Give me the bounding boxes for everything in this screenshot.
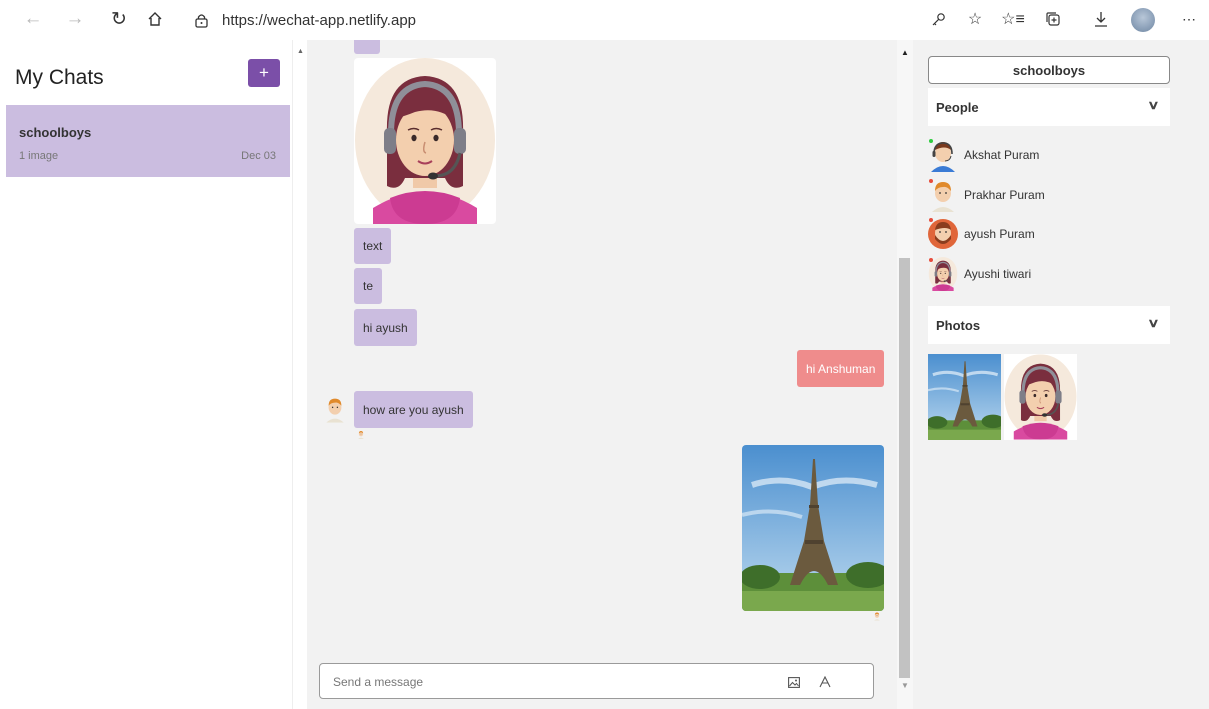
home-icon[interactable]: [142, 6, 168, 32]
sender-avatar[interactable]: [323, 395, 347, 423]
lock-icon[interactable]: [190, 9, 212, 31]
scroll-up-arrow-icon[interactable]: ▲: [901, 48, 909, 57]
photos-section-title: Photos: [936, 317, 981, 333]
browser-toolbar: ← → ↻ https://wechat-app.netlify.app ☆ ☆…: [0, 0, 1209, 38]
status-dot: [929, 218, 933, 222]
member-name: ayush Puram: [964, 227, 1035, 241]
woman-headset-image: [354, 58, 496, 224]
chat-details-panel: schoolboys People ∨ Akshat Puram Prakhar…: [913, 40, 1209, 709]
member-avatar: [928, 138, 958, 172]
bearded-man-avatar-icon: [928, 219, 958, 249]
scrollbar-thumb[interactable]: [899, 258, 910, 678]
sent-message-bubble: hi Anshuman: [797, 350, 885, 387]
message-composer: [319, 663, 874, 699]
download-icon[interactable]: [1088, 6, 1114, 32]
image-upload-icon[interactable]: [785, 673, 803, 691]
forward-arrow-icon[interactable]: →: [62, 6, 88, 32]
scroll-up-arrow-icon[interactable]: ▲: [297, 48, 304, 55]
eiffel-tower-thumbnail: [928, 354, 1001, 440]
message-input[interactable]: [333, 673, 763, 691]
address-bar[interactable]: https://wechat-app.netlify.app: [190, 7, 910, 33]
member-item[interactable]: Akshat Puram: [928, 138, 1039, 172]
message-bubble: how are you ayush: [354, 391, 473, 428]
key-icon[interactable]: [926, 6, 952, 32]
headset-man-avatar-icon: [931, 142, 955, 172]
read-receipt-avatar: [357, 430, 365, 439]
woman-headset-thumbnail: [1004, 354, 1077, 440]
chat-name: schoolboys: [19, 125, 92, 140]
people-section-title: People: [936, 99, 979, 115]
online-status-dot: [929, 139, 933, 143]
status-dot: [929, 258, 933, 262]
chat-list-title: My Chats: [15, 66, 104, 89]
new-group-chat-button[interactable]: +: [248, 59, 280, 87]
profile-avatar[interactable]: [1131, 8, 1155, 32]
group-name-field[interactable]: schoolboys: [928, 56, 1170, 84]
image-message[interactable]: [742, 445, 884, 611]
back-arrow-icon[interactable]: ←: [20, 6, 46, 32]
member-avatar: [928, 217, 958, 251]
shared-photo[interactable]: [1004, 354, 1077, 440]
member-name: Ayushi tiwari: [964, 267, 1032, 281]
woman-headset-avatar-icon: [928, 257, 958, 291]
url-text: https://wechat-app.netlify.app: [222, 11, 417, 29]
text-format-icon[interactable]: [816, 673, 834, 691]
chevron-down-icon[interactable]: ∨: [1147, 316, 1159, 330]
ginger-boy-avatar-icon: [928, 178, 958, 212]
add-favorite-icon[interactable]: ☆: [962, 6, 988, 32]
image-message[interactable]: [354, 58, 496, 224]
people-section-header[interactable]: People ∨: [928, 88, 1170, 126]
collections-icon[interactable]: [1040, 6, 1066, 32]
shared-photo[interactable]: [928, 354, 1001, 440]
chat-latest-message: 1 image: [19, 150, 59, 162]
photos-section-header[interactable]: Photos ∨: [928, 306, 1170, 344]
member-item[interactable]: Prakhar Puram: [928, 178, 1045, 212]
chat-messages-area: text te hi ayush hi Anshuman how are you…: [307, 40, 897, 709]
member-avatar: [928, 178, 958, 212]
refresh-icon[interactable]: ↻: [106, 6, 132, 32]
status-dot: [929, 179, 933, 183]
chat-scrollbar[interactable]: ▲ ▼: [897, 40, 913, 709]
scroll-down-arrow-icon[interactable]: ▼: [901, 681, 909, 690]
chat-list-panel: My Chats + schoolboys 1 image Dec 03: [0, 40, 292, 709]
member-avatar: [928, 257, 958, 291]
member-item[interactable]: Ayushi tiwari: [928, 257, 1031, 291]
chevron-down-icon[interactable]: ∨: [1147, 98, 1159, 112]
favorites-icon[interactable]: ☆≡: [1000, 6, 1026, 32]
message-bubble-partial: [354, 40, 380, 54]
chat-date: Dec 03: [241, 150, 276, 162]
message-bubble: hi ayush: [354, 309, 417, 346]
message-bubble: text: [354, 228, 392, 264]
member-item[interactable]: ayush Puram: [928, 217, 1035, 251]
chat-list-item[interactable]: schoolboys 1 image Dec 03: [6, 105, 290, 177]
more-options-icon[interactable]: ⋯: [1176, 6, 1202, 32]
read-receipt-avatar: [873, 611, 881, 621]
eiffel-tower-image: [742, 445, 884, 611]
chat-list-scrollbar[interactable]: ▲: [292, 40, 306, 709]
member-name: Prakhar Puram: [964, 188, 1045, 202]
message-bubble: te: [354, 268, 383, 304]
member-name: Akshat Puram: [964, 148, 1040, 162]
